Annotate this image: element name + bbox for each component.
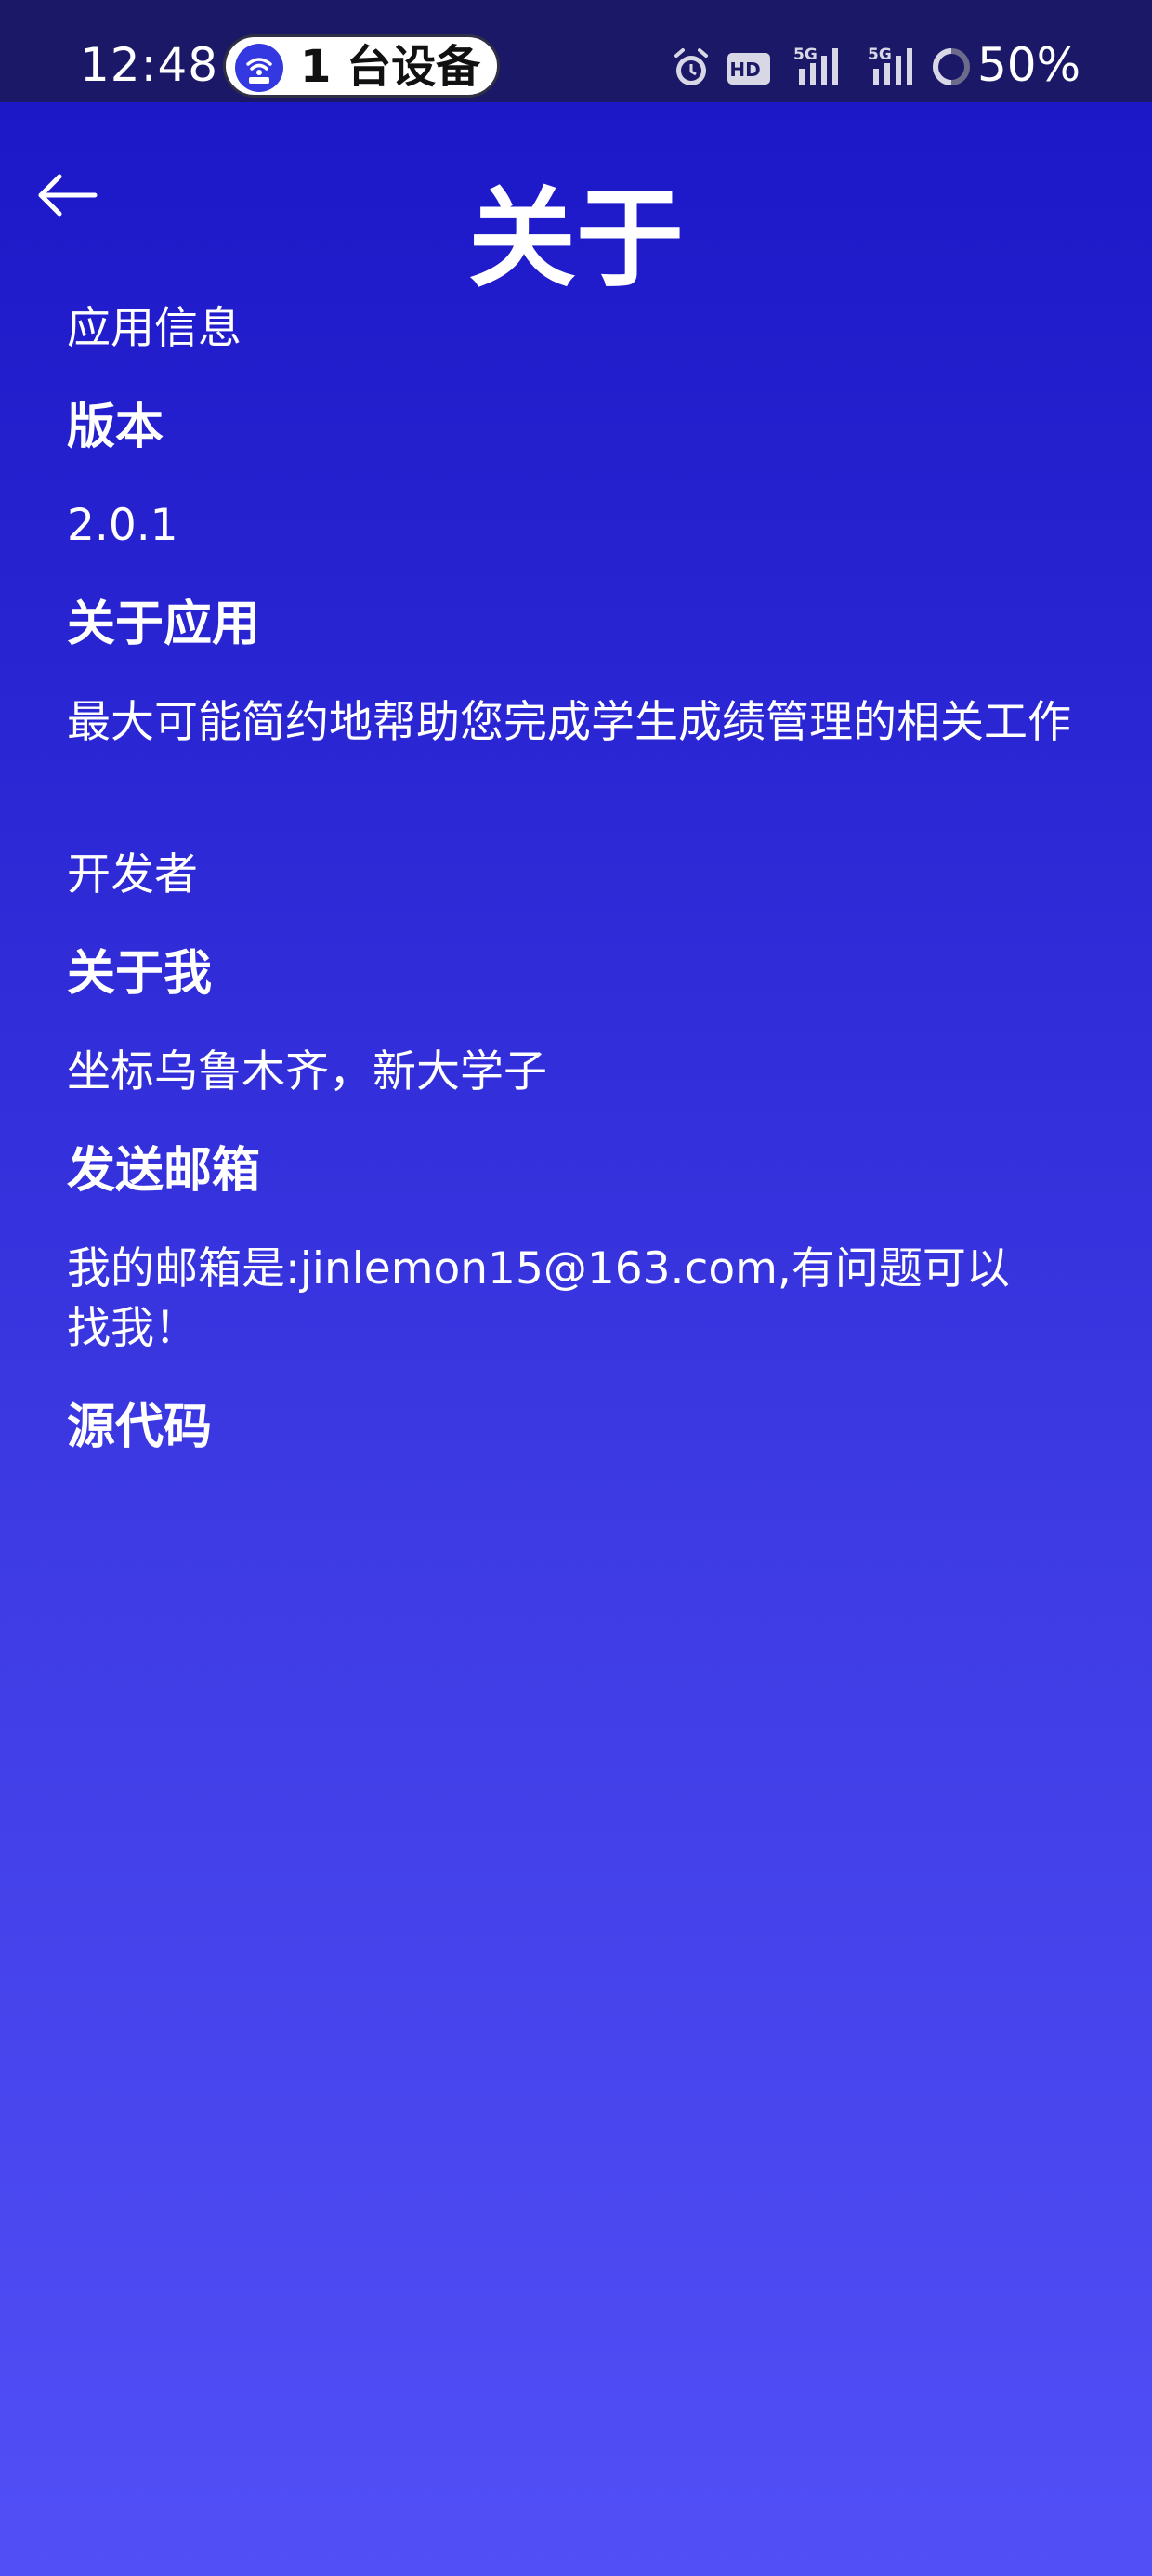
battery-percentage: 50% (977, 38, 1081, 92)
about-me-heading: 关于我 (67, 946, 213, 1002)
version-heading: 版本 (67, 400, 164, 455)
hotspot-indicator[interactable]: 1 台设备 (223, 34, 500, 98)
page-title: 关于 (468, 177, 684, 302)
signal-5g-icon-1: 5G (792, 45, 853, 91)
about-app-heading: 关于应用 (67, 597, 261, 652)
status-bar: 12:48 1 台设备 HD 5G 5G 50% (0, 0, 1152, 102)
signal-5g-icon-2: 5G (866, 45, 927, 91)
about-me-text: 坐标乌鲁木齐，新大学子 (67, 1046, 547, 1097)
hotspot-icon (235, 44, 283, 92)
developer-label: 开发者 (67, 849, 198, 900)
svg-text:5G: 5G (868, 46, 892, 64)
svg-text:HD: HD (729, 59, 760, 81)
about-app-text: 最大可能简约地帮助您完成学生成绩管理的相关工作 (67, 697, 1071, 748)
app-info-label: 应用信息 (67, 303, 242, 354)
email-text: 我的邮箱是:jinlemon15@163.com,有问题可以找我！ (67, 1243, 1010, 1354)
version-value: 2.0.1 (67, 500, 178, 551)
source-code-heading[interactable]: 源代码 (67, 1398, 1089, 1457)
status-time: 12:48 (80, 38, 219, 92)
send-email-heading[interactable]: 发送邮箱 (67, 1141, 1089, 1201)
alarm-icon (671, 46, 712, 93)
hotspot-device-count: 1 台设备 (300, 41, 481, 93)
battery-icon (931, 46, 972, 91)
hd-voice-icon: HD (727, 52, 771, 89)
svg-text:5G: 5G (793, 46, 818, 64)
